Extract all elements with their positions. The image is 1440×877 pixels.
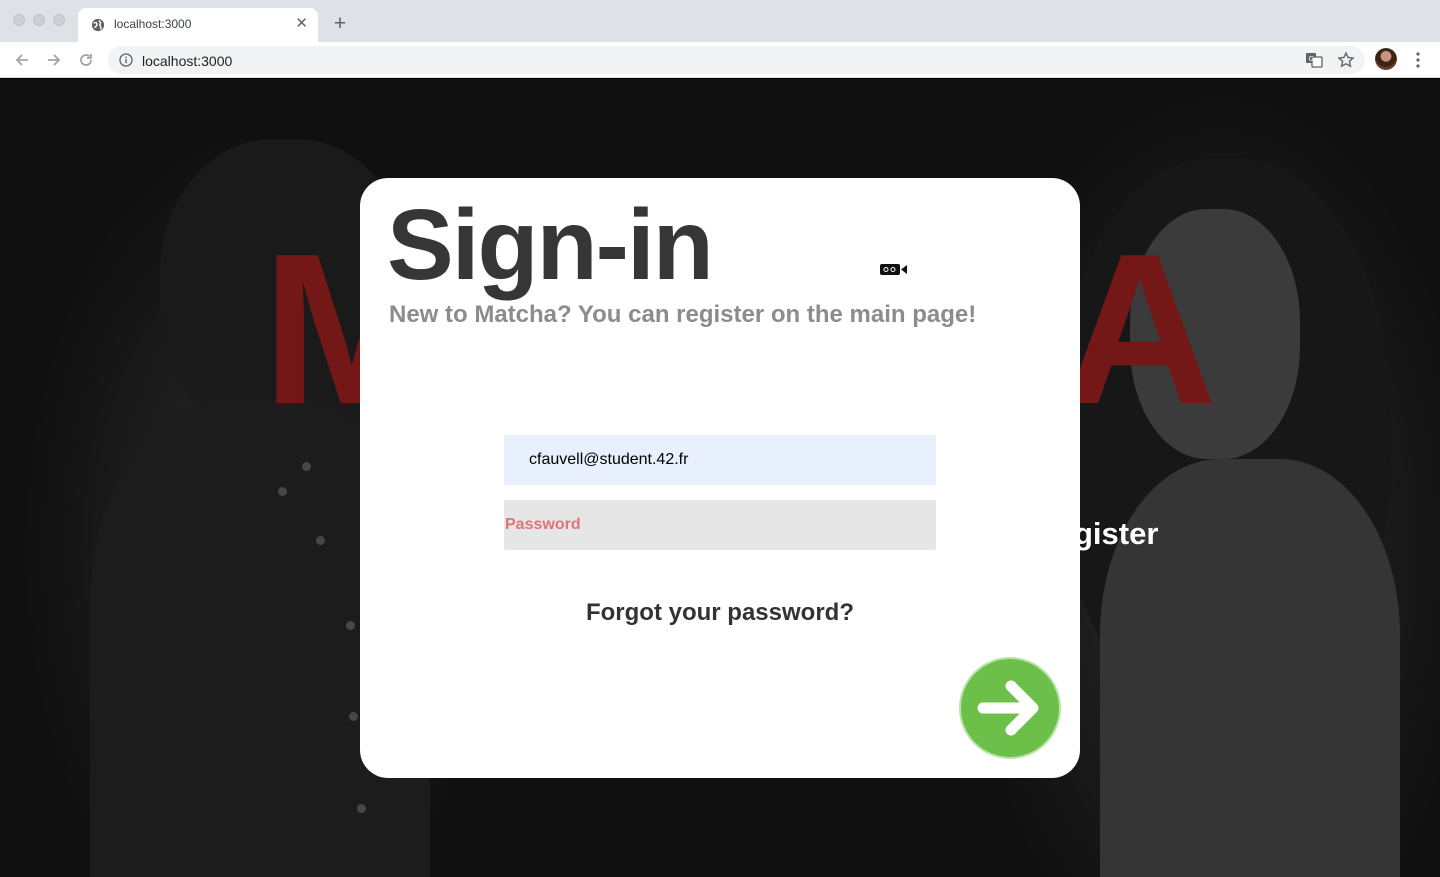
- avatar[interactable]: [1375, 48, 1397, 70]
- tab-title: localhost:3000: [114, 17, 192, 31]
- info-icon[interactable]: [119, 53, 133, 67]
- modal-subtitle: New to Matcha? You can register on the m…: [389, 301, 977, 328]
- forward-arrow-icon[interactable]: [45, 51, 63, 69]
- browser-tab[interactable]: localhost:3000 ✕: [78, 8, 318, 42]
- plus-icon[interactable]: +: [330, 12, 350, 36]
- browser-toolbar: localhost:3000 G: [0, 42, 1440, 78]
- url-text: localhost:3000: [142, 53, 233, 69]
- submit-button[interactable]: [959, 657, 1061, 759]
- video-camera-icon: [880, 264, 907, 275]
- brand-logo-right: A: [1062, 208, 1217, 449]
- back-arrow-icon[interactable]: [13, 51, 31, 69]
- svg-text:G: G: [1309, 55, 1314, 63]
- password-field[interactable]: [504, 500, 936, 550]
- more-vert-icon[interactable]: [1412, 51, 1424, 69]
- shirt-button: [302, 462, 311, 471]
- window-zoom-control[interactable]: [53, 14, 65, 26]
- arrow-right-icon: [977, 680, 1039, 736]
- shirt-button: [346, 621, 355, 630]
- shirt-button: [278, 487, 287, 496]
- shirt-button: [316, 536, 325, 545]
- window-minimize-control[interactable]: [33, 14, 45, 26]
- page-viewport: M A gister Sign-in New to Matcha? You ca…: [0, 79, 1440, 877]
- translate-icon[interactable]: G: [1305, 51, 1323, 69]
- modal-title: Sign-in: [387, 189, 714, 301]
- close-icon[interactable]: ✕: [295, 16, 308, 32]
- address-bar[interactable]: localhost:3000: [108, 46, 1365, 74]
- sign-in-modal: Sign-in New to Matcha? You can register …: [360, 178, 1080, 778]
- star-icon[interactable]: [1337, 51, 1355, 69]
- register-link-background: gister: [1074, 516, 1159, 551]
- tab-strip: localhost:3000 ✕ +: [0, 0, 1440, 42]
- reload-icon[interactable]: [77, 51, 95, 69]
- globe-icon: [91, 18, 105, 32]
- forgot-password-link[interactable]: Forgot your password?: [360, 599, 1080, 627]
- window-close-control[interactable]: [13, 14, 25, 26]
- email-field[interactable]: [504, 435, 936, 485]
- shirt-button: [349, 712, 358, 721]
- shirt-button: [357, 804, 366, 813]
